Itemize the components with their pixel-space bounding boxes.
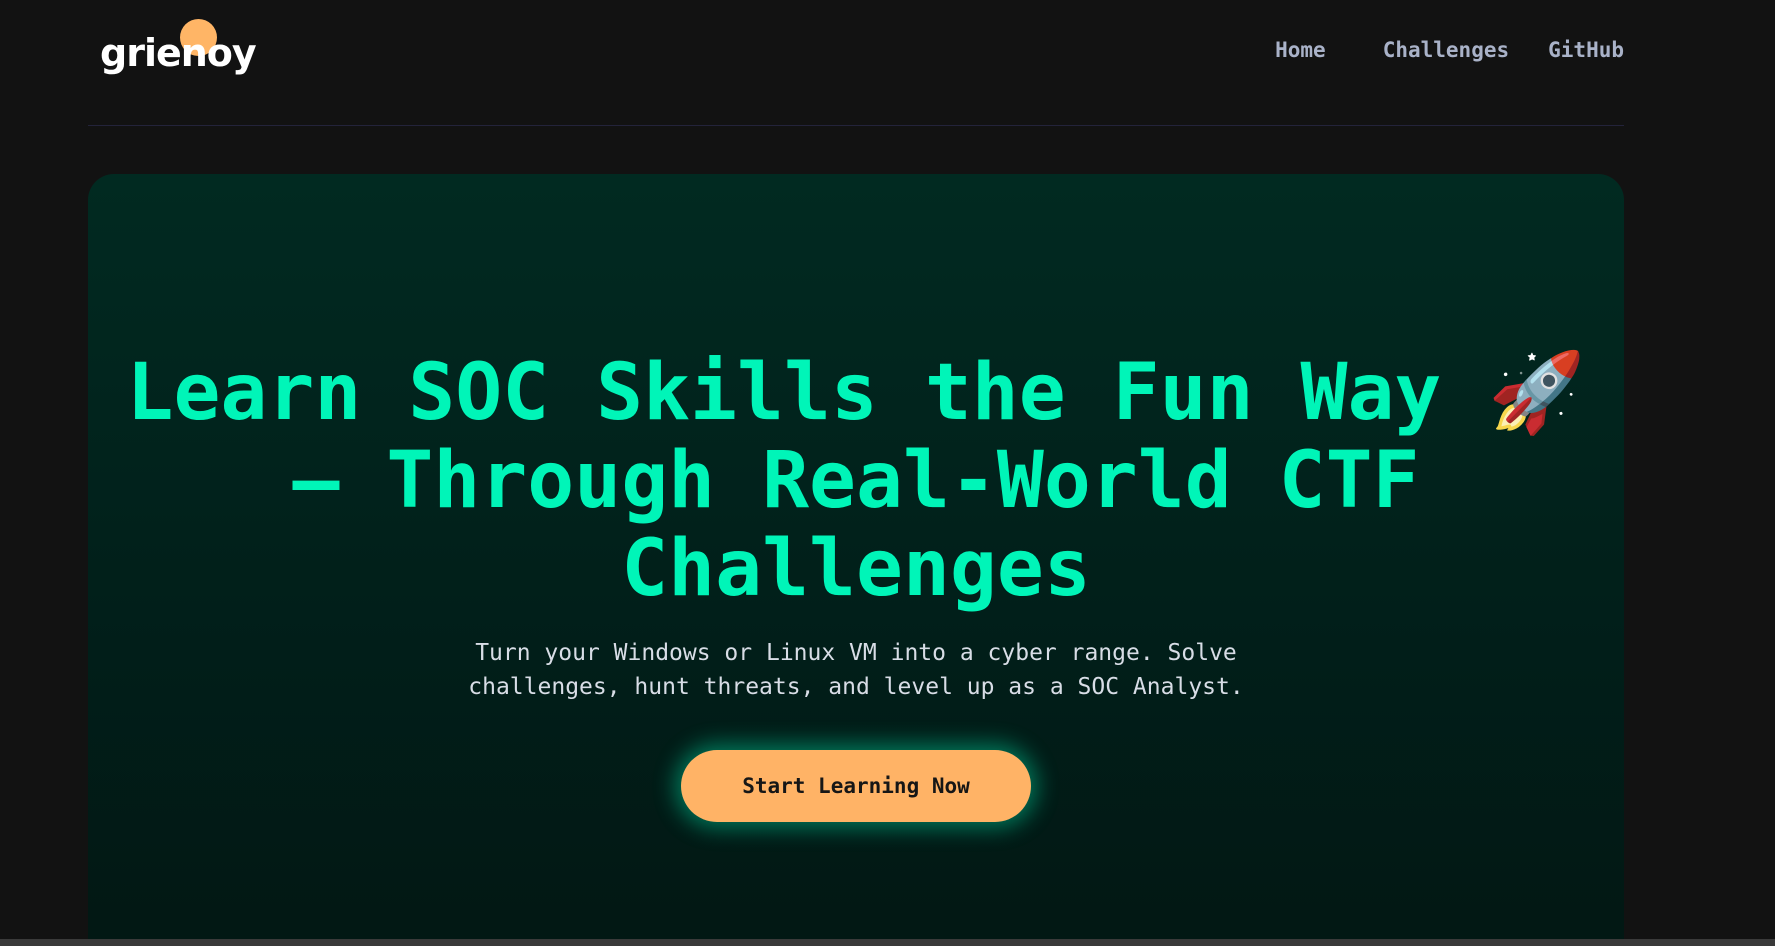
hero-section: Learn SOC Skills the Fun Way 🚀 — Through… bbox=[88, 174, 1624, 946]
bottom-scrollbar bbox=[0, 939, 1775, 946]
nav-home-link[interactable]: Home bbox=[1275, 38, 1326, 62]
page: grienoy Home Challenges GitHub Learn SOC… bbox=[0, 0, 1775, 946]
logo-text: grienoy bbox=[100, 31, 257, 75]
hero-title: Learn SOC Skills the Fun Way 🚀 — Through… bbox=[126, 348, 1586, 614]
nav-github-link[interactable]: GitHub bbox=[1548, 38, 1624, 62]
site-header: grienoy Home Challenges GitHub bbox=[88, 0, 1624, 126]
start-learning-button[interactable]: Start Learning Now bbox=[681, 750, 1031, 822]
hero-subtitle: Turn your Windows or Linux VM into a cyb… bbox=[468, 640, 1244, 700]
nav-challenges-link[interactable]: Challenges bbox=[1383, 38, 1509, 62]
main-nav: Home Challenges GitHub bbox=[1275, 38, 1624, 62]
logo[interactable]: grienoy bbox=[100, 16, 260, 86]
